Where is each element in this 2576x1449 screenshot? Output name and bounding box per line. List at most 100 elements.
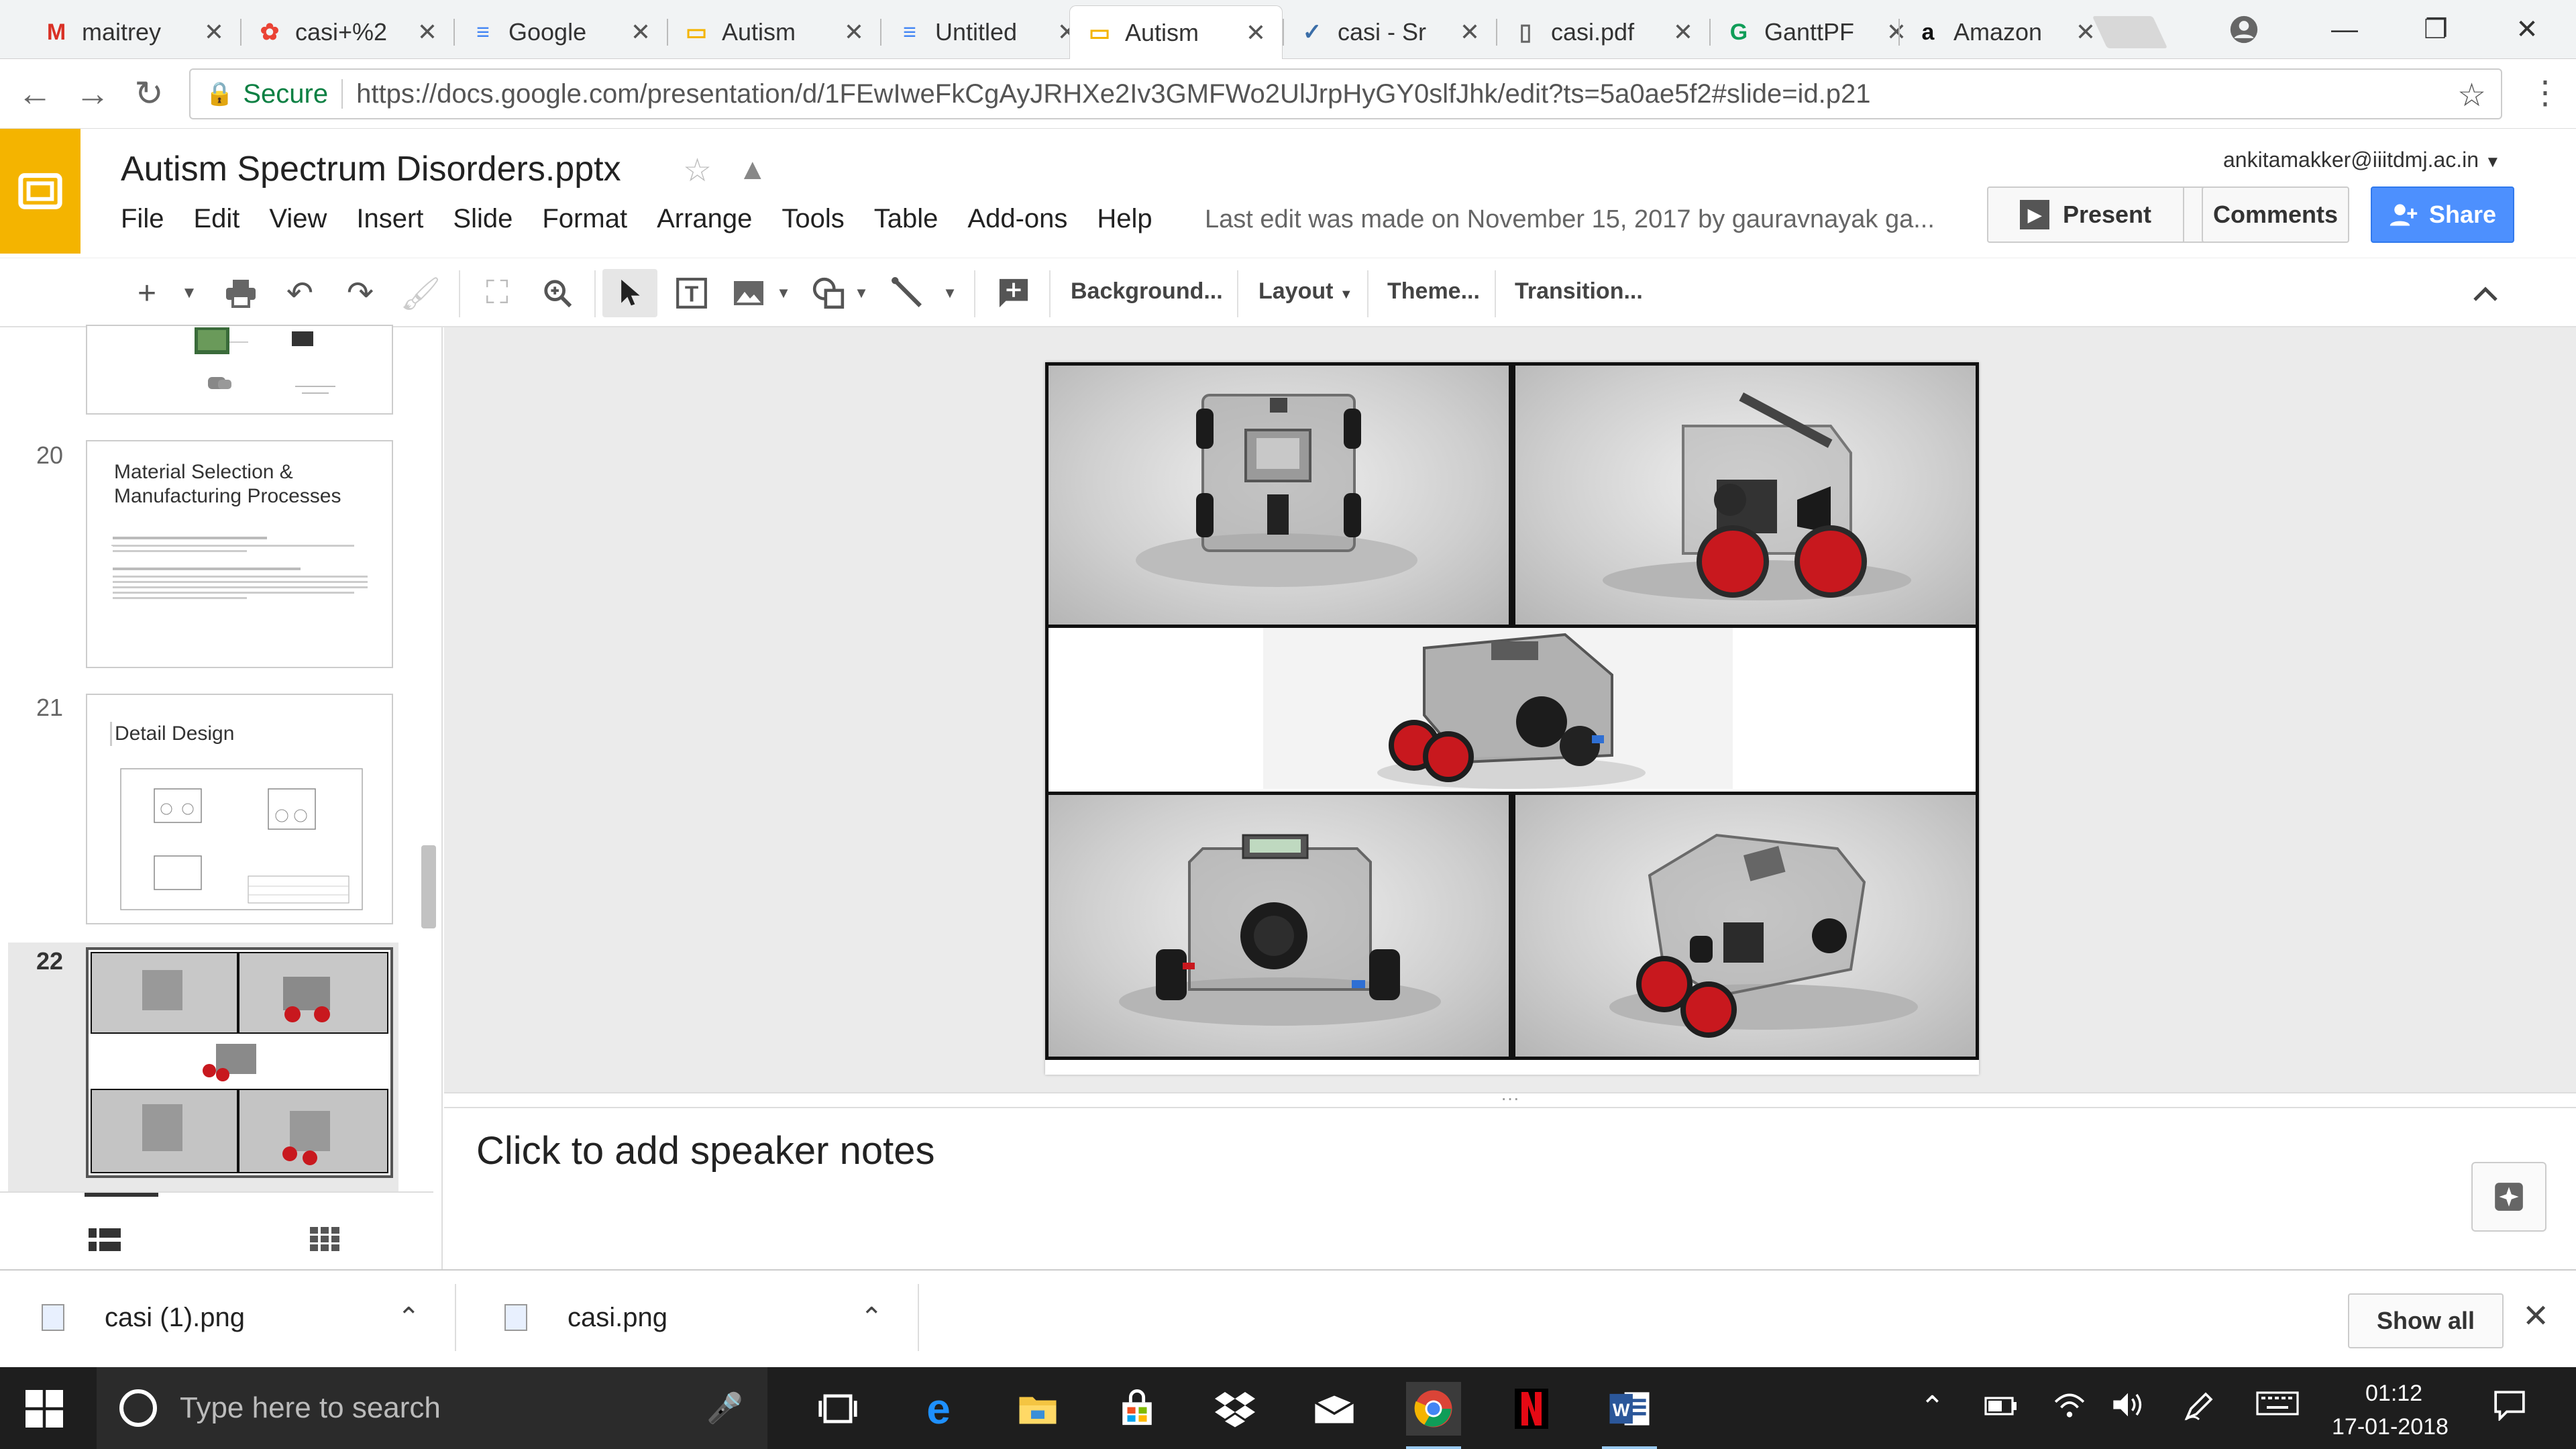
taskbar-search-box[interactable]: Type here to search 🎤	[97, 1367, 767, 1449]
account-email[interactable]: ankitamakker@iiitdmj.ac.in ▼	[2223, 148, 2501, 172]
file-explorer-icon[interactable]	[1010, 1382, 1065, 1436]
line-dropdown-icon[interactable]: ▼	[938, 273, 962, 313]
new-slide-button[interactable]: +	[123, 273, 170, 313]
wifi-icon[interactable]	[2053, 1390, 2086, 1427]
comments-button[interactable]: Comments	[2202, 186, 2349, 243]
reload-button[interactable]: ↻	[127, 72, 170, 115]
robot-render-top-view[interactable]	[1045, 362, 1512, 628]
download-item[interactable]: casi.png ⌃	[463, 1284, 919, 1351]
minimize-window-button[interactable]: —	[2308, 0, 2381, 59]
mail-icon[interactable]	[1307, 1382, 1362, 1436]
paint-format-icon[interactable]: 🖌	[397, 273, 444, 313]
current-slide[interactable]	[1045, 362, 1979, 1075]
close-tab-icon[interactable]: ✕	[2076, 18, 2096, 46]
robot-render-rear-view[interactable]	[1512, 792, 1979, 1060]
close-tab-icon[interactable]: ✕	[631, 18, 651, 46]
menu-item-file[interactable]: File	[121, 204, 164, 234]
close-tab-icon[interactable]: ✕	[417, 18, 437, 46]
menu-item-help[interactable]: Help	[1097, 204, 1152, 234]
layout-button[interactable]: Layout ▼	[1258, 278, 1353, 305]
robot-render-front-view[interactable]	[1045, 792, 1512, 1060]
menu-item-table[interactable]: Table	[874, 204, 938, 234]
zoom-icon[interactable]	[534, 273, 581, 313]
show-all-downloads-button[interactable]: Show all	[2348, 1293, 2504, 1348]
close-tab-icon[interactable]: ✕	[1460, 18, 1480, 46]
browser-tab[interactable]: ✓ casi - Sr ✕	[1283, 5, 1496, 59]
browser-tab[interactable]: ≡ Google ✕	[453, 5, 667, 59]
close-tab-icon[interactable]: ✕	[1673, 18, 1693, 46]
last-edit-link[interactable]: Last edit was made on November 15, 2017 …	[1205, 205, 1963, 234]
browser-tab[interactable]: ▯ casi.pdf ✕	[1496, 5, 1709, 59]
restore-window-button[interactable]: ❐	[2399, 0, 2473, 59]
close-icon[interactable]: ✕	[2522, 1297, 2549, 1335]
background-button[interactable]: Background...	[1071, 278, 1223, 305]
netflix-icon[interactable]	[1504, 1382, 1559, 1436]
document-title[interactable]: Autism Spectrum Disorders.pptx	[121, 149, 621, 189]
browser-tab[interactable]: ≡ Untitled ✕	[880, 5, 1093, 59]
windows-start-icon[interactable]	[25, 1390, 63, 1428]
explore-icon[interactable]	[2471, 1162, 2546, 1232]
browser-tab[interactable]: Mmaitrey ✕	[27, 5, 240, 59]
new-slide-dropdown-icon[interactable]: ▼	[176, 273, 203, 313]
word-icon[interactable]: W	[1602, 1382, 1657, 1449]
browser-tab[interactable]: G GanttPF ✕	[1709, 5, 1923, 59]
browser-tab[interactable]: ✿ casi+%2 ✕	[240, 5, 453, 59]
slide-thumbnail-21[interactable]: Detail Design	[86, 694, 393, 924]
close-tab-icon[interactable]: ✕	[844, 18, 864, 46]
menu-item-add-ons[interactable]: Add-ons	[967, 204, 1067, 234]
forward-button[interactable]: →	[71, 72, 114, 115]
menu-item-insert[interactable]: Insert	[356, 204, 423, 234]
menu-item-slide[interactable]: Slide	[453, 204, 513, 234]
menu-item-arrange[interactable]: Arrange	[657, 204, 752, 234]
chrome-menu-icon[interactable]: ⋮	[2529, 74, 2561, 111]
fit-icon[interactable]: ⛶	[474, 273, 521, 313]
share-button[interactable]: Share	[2371, 186, 2514, 243]
select-cursor-icon[interactable]	[602, 269, 657, 317]
transition-button[interactable]: Transition...	[1515, 278, 1643, 305]
slide-thumbnail-20[interactable]: Material Selection & Manufacturing Proce…	[86, 440, 393, 668]
store-icon[interactable]	[1110, 1382, 1165, 1436]
slides-logo-icon[interactable]	[0, 129, 80, 254]
robot-render-side-view[interactable]	[1512, 362, 1979, 628]
grid-view-icon[interactable]	[310, 1225, 339, 1258]
clock-time[interactable]: 01:12	[2365, 1381, 2422, 1407]
battery-icon[interactable]	[1984, 1390, 2018, 1424]
redo-icon[interactable]: ↷	[337, 273, 384, 313]
chevron-up-icon[interactable]: ⌃	[397, 1302, 420, 1333]
microphone-icon[interactable]: 🎤	[706, 1391, 743, 1426]
filmstrip-scrollbar[interactable]	[421, 845, 436, 928]
add-comment-icon[interactable]	[990, 273, 1037, 313]
collapse-chevron-up-icon[interactable]	[2462, 273, 2509, 313]
filmstrip-view-icon[interactable]	[89, 1226, 121, 1260]
slide-canvas[interactable]	[444, 327, 2576, 1093]
edge-icon[interactable]: e	[911, 1382, 966, 1436]
dropbox-icon[interactable]	[1208, 1382, 1263, 1436]
browser-tab[interactable]: a Amazon ✕	[1898, 5, 2112, 59]
menu-item-view[interactable]: View	[269, 204, 327, 234]
theme-button[interactable]: Theme...	[1387, 278, 1480, 305]
menu-item-tools[interactable]: Tools	[782, 204, 844, 234]
browser-tab[interactable]: ▭ Autism ✕	[667, 5, 880, 59]
menu-item-edit[interactable]: Edit	[193, 204, 239, 234]
chevron-down-icon[interactable]: ▼	[2485, 153, 2501, 171]
line-icon[interactable]	[884, 273, 931, 313]
account-email-text[interactable]: ankitamakker@iiitdmj.ac.in	[2223, 148, 2479, 172]
print-icon[interactable]	[217, 273, 264, 313]
close-tab-icon[interactable]: ✕	[204, 18, 224, 46]
task-view-icon[interactable]	[810, 1382, 865, 1436]
touch-keyboard-icon[interactable]	[2255, 1390, 2300, 1424]
chrome-icon[interactable]	[1406, 1382, 1461, 1449]
chevron-up-icon[interactable]: ⌃	[860, 1302, 883, 1333]
robot-render-perspective-view[interactable]	[1045, 628, 1979, 800]
clock-date[interactable]: 17-01-2018	[2332, 1414, 2449, 1440]
speaker-notes-area[interactable]: Click to add speaker notes	[444, 1108, 2576, 1269]
menu-item-format[interactable]: Format	[542, 204, 627, 234]
volume-icon[interactable]	[2110, 1390, 2145, 1427]
show-hidden-icons-chevron-icon[interactable]: ⌃	[1920, 1390, 1945, 1424]
text-box-icon[interactable]: T	[668, 273, 715, 313]
browser-tab[interactable]: ▭ Autism ✕	[1069, 5, 1283, 59]
close-tab-icon[interactable]: ✕	[1246, 19, 1266, 47]
pen-ink-icon[interactable]	[2183, 1390, 2215, 1430]
shape-dropdown-icon[interactable]: ▼	[849, 273, 873, 313]
image-dropdown-icon[interactable]: ▼	[771, 273, 796, 313]
